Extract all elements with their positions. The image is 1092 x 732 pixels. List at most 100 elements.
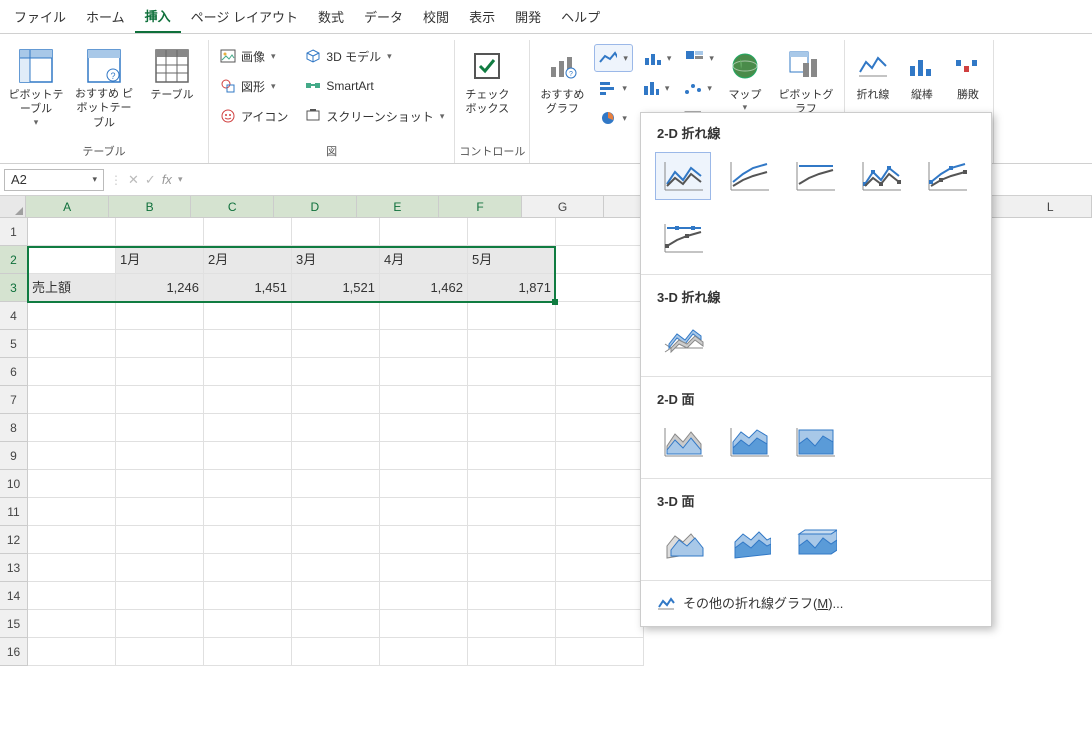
cell[interactable] — [468, 218, 556, 246]
cell[interactable] — [204, 386, 292, 414]
chart-type-3d-stacked-area[interactable] — [721, 520, 777, 568]
cell[interactable] — [28, 638, 116, 666]
scatter-chart-dropdown[interactable]: ▾ — [679, 74, 716, 102]
cell[interactable] — [380, 218, 468, 246]
cell[interactable] — [28, 442, 116, 470]
cell[interactable] — [28, 330, 116, 358]
cell[interactable] — [292, 414, 380, 442]
row-header-2[interactable]: 2 — [0, 246, 28, 274]
column-chart-dropdown[interactable]: ▾ — [639, 44, 676, 72]
cell[interactable] — [292, 442, 380, 470]
cell[interactable] — [556, 414, 644, 442]
cell[interactable] — [204, 218, 292, 246]
row-header-3[interactable]: 3 — [0, 274, 28, 302]
row-header-14[interactable]: 14 — [0, 582, 28, 610]
cell[interactable] — [380, 442, 468, 470]
cell[interactable] — [556, 526, 644, 554]
cell[interactable] — [468, 498, 556, 526]
row-header-13[interactable]: 13 — [0, 554, 28, 582]
cell[interactable] — [292, 610, 380, 638]
pie-chart-dropdown[interactable]: ▾ — [594, 104, 631, 132]
menu-home[interactable]: ホーム — [76, 1, 135, 32]
cell[interactable] — [116, 442, 204, 470]
cell[interactable] — [380, 638, 468, 666]
cell-B2[interactable]: 1月 — [116, 246, 204, 274]
menu-help[interactable]: ヘルプ — [551, 1, 610, 32]
cell[interactable] — [204, 302, 292, 330]
col-header-B[interactable]: B — [109, 196, 192, 218]
cell[interactable] — [292, 582, 380, 610]
cell[interactable] — [380, 358, 468, 386]
screenshot-button[interactable]: スクリーンショット ▾ — [298, 102, 450, 130]
chart-type-100stacked-line[interactable] — [787, 152, 843, 200]
cell[interactable] — [556, 498, 644, 526]
col-header-G[interactable]: G — [522, 196, 605, 218]
line-chart-dropdown[interactable]: ▾ — [594, 44, 633, 72]
cell[interactable] — [292, 470, 380, 498]
cell[interactable] — [28, 358, 116, 386]
cell[interactable] — [292, 302, 380, 330]
cell[interactable] — [468, 386, 556, 414]
chart-type-100stacked-area[interactable] — [787, 418, 843, 466]
cell[interactable] — [556, 302, 644, 330]
cell[interactable] — [292, 330, 380, 358]
cell-A2[interactable] — [28, 246, 116, 274]
row-header-5[interactable]: 5 — [0, 330, 28, 358]
chart-type-line-markers[interactable] — [853, 152, 909, 200]
cell-E2[interactable]: 4月 — [380, 246, 468, 274]
cell[interactable] — [556, 470, 644, 498]
chart-type-3d-area[interactable] — [655, 520, 711, 568]
cell[interactable] — [116, 582, 204, 610]
col-header-D[interactable]: D — [274, 196, 357, 218]
cell[interactable] — [204, 610, 292, 638]
cell[interactable] — [116, 638, 204, 666]
enter-icon[interactable]: ✓ — [145, 172, 156, 188]
cell[interactable] — [556, 386, 644, 414]
cell[interactable] — [556, 358, 644, 386]
cell[interactable] — [28, 218, 116, 246]
more-line-charts[interactable]: その他の折れ線グラフ(M)... — [641, 583, 991, 622]
recommended-charts-button[interactable]: ? おすすめ グラフ — [534, 42, 590, 134]
cell[interactable] — [556, 610, 644, 638]
col-header-E[interactable]: E — [357, 196, 440, 218]
cell[interactable] — [292, 386, 380, 414]
table-button[interactable]: テーブル — [140, 42, 204, 134]
cell[interactable] — [468, 358, 556, 386]
cell[interactable] — [556, 582, 644, 610]
smartart-button[interactable]: SmartArt — [298, 72, 450, 100]
row-header-8[interactable]: 8 — [0, 414, 28, 442]
col-header-F[interactable]: F — [439, 196, 522, 218]
3dmodel-button[interactable]: 3D モデル ▾ — [298, 42, 450, 70]
cell-B3[interactable]: 1,246 — [116, 274, 204, 302]
row-header-1[interactable]: 1 — [0, 218, 28, 246]
menu-formulas[interactable]: 数式 — [308, 1, 354, 32]
cell[interactable] — [116, 358, 204, 386]
cell[interactable] — [380, 386, 468, 414]
cell[interactable] — [116, 218, 204, 246]
menu-review[interactable]: 校閲 — [413, 1, 459, 32]
cell[interactable] — [380, 526, 468, 554]
cell[interactable] — [292, 638, 380, 666]
cell[interactable] — [380, 470, 468, 498]
cell[interactable] — [116, 302, 204, 330]
col-header-L[interactable]: L — [1009, 196, 1092, 218]
cell[interactable] — [292, 526, 380, 554]
cell[interactable] — [468, 414, 556, 442]
chart-type-3d-line[interactable] — [655, 316, 711, 364]
cancel-icon[interactable]: ✕ — [128, 172, 139, 188]
cell[interactable] — [468, 442, 556, 470]
cell[interactable] — [468, 582, 556, 610]
cell[interactable] — [292, 218, 380, 246]
cell[interactable] — [380, 610, 468, 638]
cell[interactable] — [468, 302, 556, 330]
cell[interactable] — [204, 358, 292, 386]
picture-button[interactable]: 画像 ▾ — [213, 42, 294, 70]
cell[interactable] — [28, 302, 116, 330]
menu-develop[interactable]: 開発 — [505, 1, 551, 32]
col-header-A[interactable]: A — [26, 196, 109, 218]
cell[interactable] — [204, 330, 292, 358]
row-header-12[interactable]: 12 — [0, 526, 28, 554]
cell[interactable] — [380, 498, 468, 526]
chart-type-stacked-area[interactable] — [721, 418, 777, 466]
cell-C3[interactable]: 1,451 — [204, 274, 292, 302]
